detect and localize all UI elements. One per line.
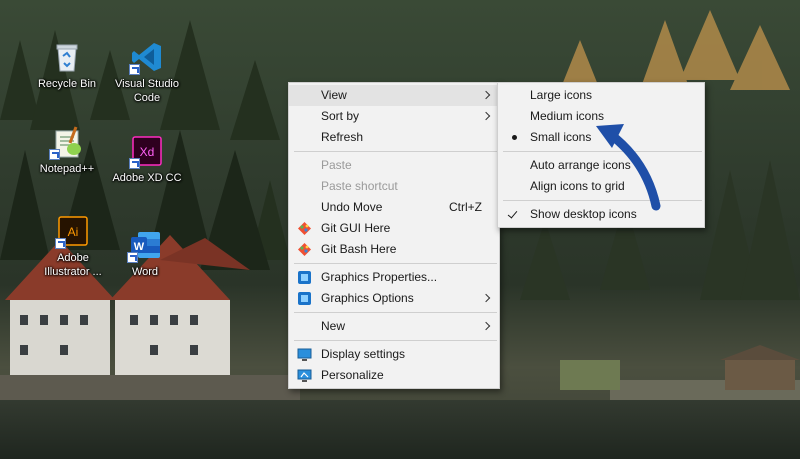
menu-item-display-settings[interactable]: Display settings	[289, 344, 499, 365]
desktop-icon-label: Notepad++	[39, 163, 95, 175]
menu-item-label: Display settings	[321, 347, 406, 361]
menu-separator	[294, 151, 497, 152]
git-gui-icon	[297, 221, 312, 236]
desktop-icon-label: Recycle Bin	[37, 78, 97, 90]
menu-item-paste[interactable]: Paste	[289, 155, 499, 176]
desktop-icon-notepad-plus-plus[interactable]: Notepad++	[29, 125, 105, 176]
menu-item-label: Paste shortcut	[321, 179, 398, 193]
desktop-icon-label: Word	[131, 266, 159, 278]
shortcut-arrow-icon	[129, 158, 140, 169]
desktop-icon-visual-studio-code[interactable]: Visual Studio Code	[109, 40, 185, 105]
menu-item-label: Personalize	[321, 368, 384, 382]
menu-item-sort-by[interactable]: Sort by	[289, 106, 499, 127]
menu-item-label: Sort by	[321, 109, 360, 123]
display-icon	[297, 347, 312, 362]
submenu-item-label: Small icons	[530, 130, 592, 144]
menu-item-label: New	[321, 319, 346, 333]
desktop-icon-label: Adobe XD CC	[112, 172, 182, 184]
desktop-icon-adobe-illustrator[interactable]: Ai Adobe Illustrator ...	[35, 214, 111, 279]
menu-separator	[294, 340, 497, 341]
shortcut-arrow-icon	[55, 238, 66, 249]
desktop-icon-word[interactable]: W Word	[107, 228, 183, 279]
submenu-item-label: Large icons	[530, 88, 593, 102]
svg-text:Xd: Xd	[140, 145, 155, 159]
menu-separator	[294, 263, 497, 264]
wallpaper-lake	[0, 400, 800, 459]
menu-item-label: Refresh	[321, 130, 364, 144]
desktop-icon-adobe-xd[interactable]: Xd Adobe XD CC	[109, 134, 185, 185]
shortcut-arrow-icon	[49, 149, 60, 160]
menu-item-label: Git GUI Here	[321, 221, 391, 235]
radio-bullet-icon	[512, 135, 517, 140]
menu-item-personalize[interactable]: Personalize	[289, 365, 499, 386]
menu-item-graphics-properties[interactable]: Graphics Properties...	[289, 267, 499, 288]
intel-graphics-icon	[297, 291, 312, 306]
chevron-right-icon	[481, 111, 491, 121]
menu-item-refresh[interactable]: Refresh	[289, 127, 499, 148]
checkmark-icon	[507, 208, 518, 219]
desktop-context-menu: View Sort by Refresh Paste Paste shortcu…	[288, 82, 500, 389]
menu-item-label: Undo Move	[321, 200, 383, 214]
menu-item-label: Paste	[321, 158, 352, 172]
menu-item-label: Graphics Properties...	[321, 270, 438, 284]
menu-item-undo-move[interactable]: Undo Move Ctrl+Z	[289, 197, 499, 218]
menu-item-new[interactable]: New	[289, 316, 499, 337]
submenu-item-large-icons[interactable]: Large icons	[498, 85, 704, 106]
vscode-icon	[129, 40, 164, 75]
word-icon: W	[127, 228, 162, 263]
menu-item-git-gui-here[interactable]: Git GUI Here	[289, 218, 499, 239]
chevron-right-icon	[481, 321, 491, 331]
menu-item-label: Git Bash Here	[321, 242, 397, 256]
menu-item-view[interactable]: View	[289, 85, 499, 106]
adobe-xd-icon: Xd	[129, 134, 164, 169]
menu-item-label: View	[321, 88, 347, 102]
menu-item-graphics-options[interactable]: Graphics Options	[289, 288, 499, 309]
chevron-right-icon	[481, 90, 491, 100]
adobe-illustrator-icon: Ai	[55, 214, 90, 249]
shortcut-arrow-icon	[129, 64, 140, 75]
menu-separator	[294, 312, 497, 313]
menu-item-paste-shortcut[interactable]: Paste shortcut	[289, 176, 499, 197]
desktop-icon-recycle-bin[interactable]: Recycle Bin	[29, 40, 105, 91]
chevron-right-icon	[481, 293, 491, 303]
desktop-icon-label: Adobe Illustrator ...	[44, 252, 102, 278]
menu-item-shortcut: Ctrl+Z	[449, 200, 482, 214]
notepad-plus-plus-icon	[49, 125, 84, 160]
menu-item-label: Graphics Options	[321, 291, 414, 305]
personalize-icon	[297, 368, 312, 383]
desktop-icon-label: Visual Studio Code	[114, 78, 179, 104]
recycle-bin-icon	[50, 40, 84, 74]
menu-item-git-bash-here[interactable]: Git Bash Here	[289, 239, 499, 260]
svg-text:Ai: Ai	[68, 225, 79, 239]
intel-graphics-icon	[297, 270, 312, 285]
git-bash-icon	[297, 242, 312, 257]
annotation-arrow-icon	[596, 124, 661, 211]
shortcut-arrow-icon	[127, 252, 138, 263]
